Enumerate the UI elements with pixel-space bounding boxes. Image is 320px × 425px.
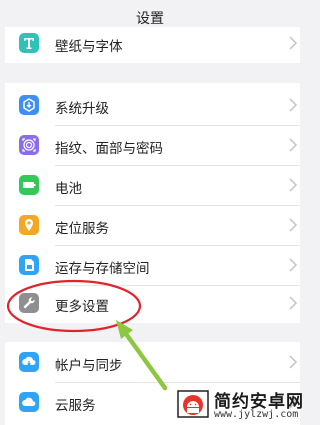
chevron-right-icon (288, 136, 298, 154)
storage-icon (19, 255, 39, 275)
settings-item-biometrics[interactable]: 指纹、面部与密码 (5, 125, 300, 165)
android-logo-icon (177, 390, 209, 418)
settings-item-label: 电池 (55, 181, 82, 197)
settings-item-label: 更多设置 (55, 299, 109, 315)
chevron-right-icon (288, 294, 298, 312)
location-icon (19, 215, 39, 235)
settings-item-label: 壁纸与字体 (55, 39, 123, 55)
settings-item-label: 指纹、面部与密码 (55, 141, 163, 157)
font-icon (19, 33, 39, 53)
settings-item-label: 云服务 (55, 398, 96, 414)
title-bar: 设置 (0, 0, 300, 30)
page-title: 设置 (136, 11, 164, 27)
battery-icon (19, 175, 39, 195)
settings-item-account-sync[interactable]: 帐户与同步 (5, 342, 300, 382)
settings-item-label: 帐户与同步 (55, 358, 123, 374)
settings-item-location[interactable]: 定位服务 (5, 205, 300, 245)
fingerprint-icon (19, 135, 39, 155)
chevron-right-icon (288, 256, 298, 274)
watermark-url: www.jylzwj.com (214, 409, 299, 420)
settings-group-system: 系统升级 指纹、面部与密码 电池 定位服务 运存与存储空间 更多设置 (5, 83, 300, 323)
chevron-right-icon (288, 353, 298, 371)
settings-item-wallpaper-font[interactable]: 壁纸与字体 (5, 27, 300, 63)
chevron-right-icon (288, 34, 298, 52)
settings-item-more-settings[interactable]: 更多设置 (5, 283, 300, 323)
chevron-right-icon (288, 176, 298, 194)
chevron-right-icon (288, 216, 298, 234)
settings-item-label: 定位服务 (55, 221, 109, 237)
settings-item-storage[interactable]: 运存与存储空间 (5, 245, 300, 285)
watermark: 简约安卓网 www.jylzwj.com (170, 383, 303, 425)
settings-item-label: 运存与存储空间 (55, 261, 150, 277)
settings-group-display: 壁纸与字体 (5, 27, 300, 63)
settings-item-battery[interactable]: 电池 (5, 165, 300, 205)
system-update-icon (19, 95, 39, 115)
settings-item-label: 系统升级 (55, 101, 109, 117)
account-sync-icon (19, 352, 39, 372)
cloud-icon (19, 392, 39, 412)
chevron-right-icon (288, 96, 298, 114)
settings-item-system-update[interactable]: 系统升级 (5, 85, 300, 125)
wrench-icon (19, 293, 39, 313)
